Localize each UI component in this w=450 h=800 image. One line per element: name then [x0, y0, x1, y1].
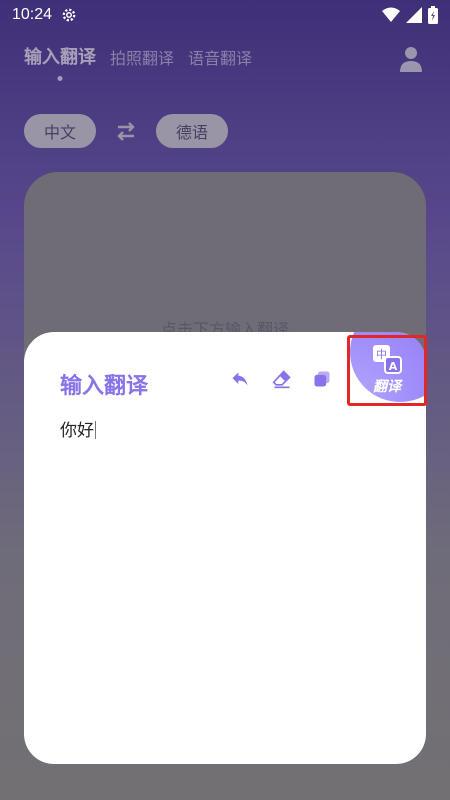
mode-tabs: 输入翻译 拍照翻译 语音翻译	[24, 43, 252, 69]
swap-languages-icon[interactable]	[114, 119, 138, 143]
sheet-title: 输入翻译	[60, 374, 149, 399]
tab-input-translate[interactable]: 输入翻译	[24, 43, 96, 69]
battery-icon	[428, 6, 438, 24]
signal-icon	[406, 7, 422, 23]
highlight-box	[347, 335, 427, 406]
user-profile-icon[interactable]	[400, 46, 422, 72]
wifi-icon	[382, 7, 400, 22]
tab-voice-translate[interactable]: 语音翻译	[188, 45, 252, 69]
eraser-icon[interactable]	[272, 369, 292, 389]
undo-icon[interactable]	[230, 369, 250, 389]
target-language-button[interactable]: 德语	[156, 114, 229, 148]
input-text-value: 你好	[60, 421, 94, 441]
copy-icon[interactable]	[312, 369, 332, 389]
language-selector: 中文 德语	[24, 114, 229, 148]
tab-photo-translate[interactable]: 拍照翻译	[110, 45, 174, 69]
settings-gear-icon	[62, 8, 76, 22]
text-caret	[95, 421, 96, 439]
source-language-button[interactable]: 中文	[24, 114, 97, 148]
status-bar: 10:24	[0, 0, 450, 30]
status-time: 10:24	[12, 6, 53, 23]
input-text-field[interactable]: 你好	[60, 416, 96, 441]
